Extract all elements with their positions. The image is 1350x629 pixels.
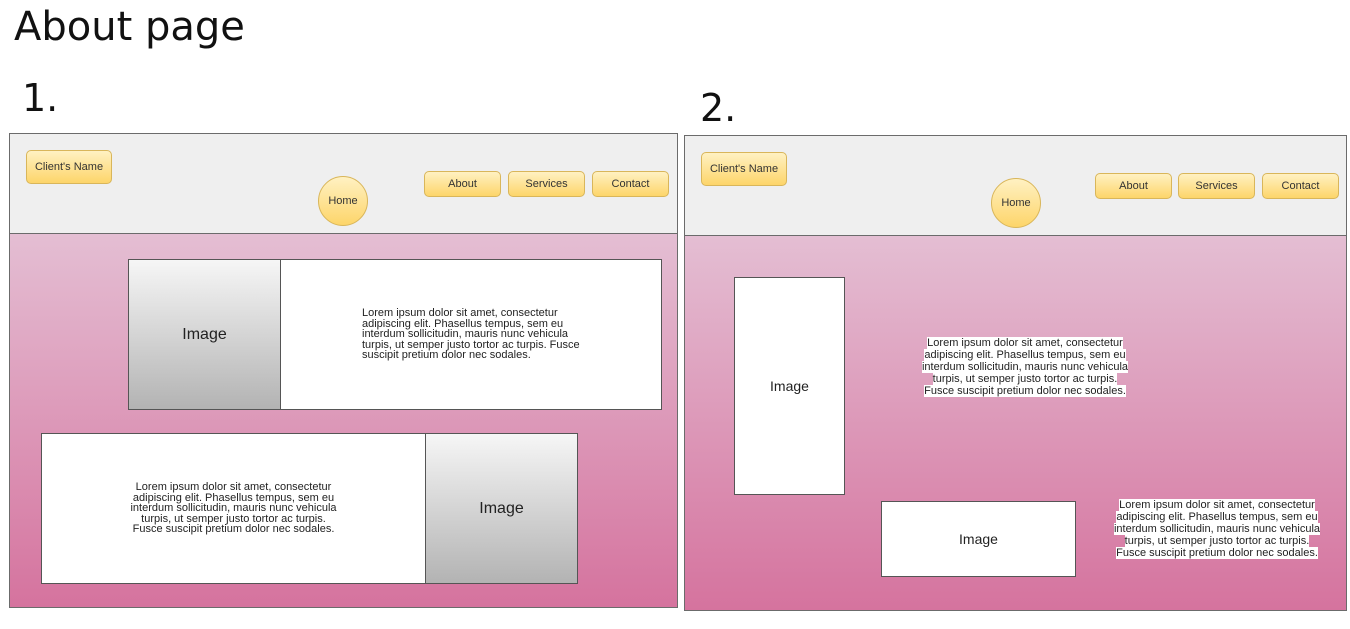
home-button[interactable]: Home xyxy=(318,176,368,226)
nav-contact-button[interactable]: Contact xyxy=(592,171,669,197)
lorem-text: Lorem ipsum dolor sit amet, consectetur … xyxy=(130,481,337,536)
home-button[interactable]: Home xyxy=(991,178,1041,228)
image-placeholder: Image xyxy=(881,501,1076,577)
client-name-button[interactable]: Client's Name xyxy=(701,152,787,186)
image-placeholder: Image xyxy=(128,259,281,410)
mockup-2-content: Image Lorem ipsum dolor sit amet, consec… xyxy=(685,236,1346,610)
image-placeholder: Image xyxy=(734,277,845,495)
mockup-2-header: Client's Name Home About Services Contac… xyxy=(685,136,1346,236)
nav-services-button[interactable]: Services xyxy=(508,171,585,197)
nav-about-button[interactable]: About xyxy=(424,171,501,197)
image-placeholder: Image xyxy=(425,433,578,584)
nav-services-button[interactable]: Services xyxy=(1178,173,1255,199)
lorem-text: Lorem ipsum dolor sit amet, consectetur … xyxy=(921,337,1129,397)
lorem-text: Lorem ipsum dolor sit amet, consectetur … xyxy=(1113,499,1321,559)
nav-about-button[interactable]: About xyxy=(1095,173,1172,199)
mockup-2: Client's Name Home About Services Contac… xyxy=(684,135,1347,611)
nav-contact-button[interactable]: Contact xyxy=(1262,173,1339,199)
page-title: About page xyxy=(14,4,245,50)
text-block: Lorem ipsum dolor sit amet, consectetur … xyxy=(280,259,662,410)
lorem-text: Lorem ipsum dolor sit amet, consectetur … xyxy=(362,307,580,362)
mockup-2-number: 2. xyxy=(700,86,737,130)
mockup-1: Client's Name Home About Services Contac… xyxy=(9,133,678,608)
client-name-button[interactable]: Client's Name xyxy=(26,150,112,184)
text-block: Lorem ipsum dolor sit amet, consectetur … xyxy=(41,433,426,584)
mockup-1-header: Client's Name Home About Services Contac… xyxy=(10,134,677,234)
mockup-1-number: 1. xyxy=(22,76,59,120)
mockup-1-content: Image Lorem ipsum dolor sit amet, consec… xyxy=(10,234,677,607)
